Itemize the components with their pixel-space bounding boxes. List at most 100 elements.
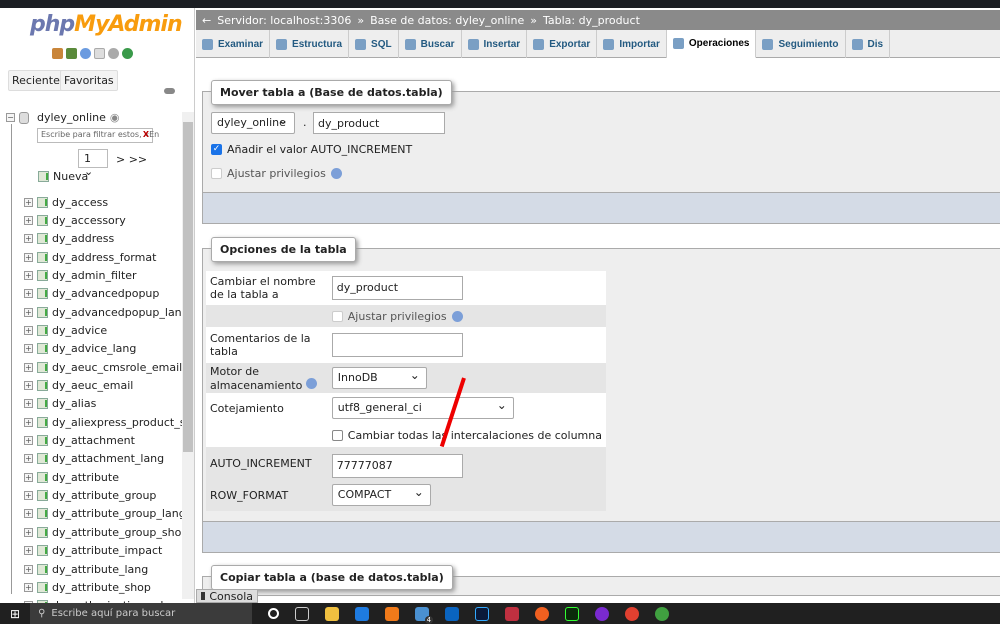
auto-increment-input[interactable]: 77777087: [331, 454, 463, 478]
tab-seguimiento[interactable]: Seguimiento: [756, 30, 846, 58]
tab-dis[interactable]: Dis: [846, 30, 891, 58]
settings-icon[interactable]: [108, 48, 119, 59]
rename-input[interactable]: dy_product: [331, 276, 463, 300]
sidebar-table-item[interactable]: + dy_attribute_impact: [24, 543, 162, 559]
table-name[interactable]: dy_aliexpress_product_sku: [52, 416, 194, 429]
back-arrow-icon[interactable]: ←: [202, 14, 211, 27]
sidebar-table-item[interactable]: + dy_attribute: [24, 469, 119, 485]
sidebar-table-item[interactable]: + dy_admin_filter: [24, 267, 137, 283]
table-name[interactable]: dy_alias: [52, 397, 96, 410]
table-name[interactable]: dy_advancedpopup: [52, 287, 159, 300]
eye-icon[interactable]: ◉: [110, 111, 120, 124]
sidebar-table-item[interactable]: + dy_attachment: [24, 433, 135, 449]
link-icon[interactable]: [164, 88, 175, 94]
expand-icon[interactable]: +: [24, 252, 33, 262]
file-explorer-icon[interactable]: [325, 606, 340, 621]
edge-icon[interactable]: [355, 606, 370, 621]
clear-filter-button[interactable]: X: [143, 130, 149, 139]
table-name[interactable]: dy_advice_lang: [52, 342, 136, 355]
page-select[interactable]: 1 ⌄: [78, 149, 108, 178]
docs-icon[interactable]: [94, 48, 105, 59]
sidebar-table-item[interactable]: + dy_attachment_lang: [24, 451, 164, 467]
expand-icon[interactable]: +: [24, 527, 33, 537]
help-icon[interactable]: [305, 377, 317, 389]
scrollbar-thumb[interactable]: [183, 122, 193, 452]
sidebar-table-item[interactable]: + dy_advancedpopup: [24, 286, 159, 302]
reload-icon[interactable]: [122, 48, 133, 59]
table-name[interactable]: dy_address: [52, 232, 114, 245]
firefox-icon[interactable]: [535, 606, 550, 621]
engine-select[interactable]: InnoDB: [331, 367, 427, 389]
task-view-icon[interactable]: [295, 606, 310, 621]
table-name[interactable]: dy_aeuc_email: [52, 379, 133, 392]
move-privileges-checkbox[interactable]: Ajustar privilegios: [211, 167, 342, 180]
cortana-icon[interactable]: [268, 608, 280, 619]
table-name[interactable]: dy_attribute_shop: [52, 581, 151, 594]
phpmyadmin-logo[interactable]: phpMyAdmin: [30, 12, 183, 37]
help-icon[interactable]: [80, 48, 91, 59]
sidebar-table-item[interactable]: + dy_attribute_group_lang: [24, 506, 186, 522]
sidebar-table-item[interactable]: + dy_access: [24, 194, 108, 210]
tab-estructura[interactable]: Estructura: [270, 30, 350, 58]
table-name[interactable]: dy_attribute_lang: [52, 563, 148, 576]
sidebar-table-item[interactable]: + dy_alias: [24, 396, 96, 412]
mail-icon[interactable]: 4: [415, 606, 434, 624]
breadcrumb-database[interactable]: Base de datos: dyley_online: [370, 14, 524, 27]
comments-input[interactable]: [331, 333, 463, 357]
expand-icon[interactable]: +: [24, 454, 33, 464]
expand-icon[interactable]: +: [24, 436, 33, 446]
tor-icon[interactable]: [595, 606, 610, 621]
page-next-buttons[interactable]: > >>: [116, 153, 147, 166]
expand-icon[interactable]: +: [24, 546, 33, 556]
sidebar-table-item[interactable]: + dy_advancedpopup_lang: [24, 304, 189, 320]
table-name[interactable]: dy_advancedpopup_lang: [52, 306, 189, 319]
collation-select[interactable]: utf8_general_ci: [331, 397, 514, 419]
expand-icon[interactable]: +: [24, 234, 33, 244]
help-icon[interactable]: [330, 168, 342, 179]
expand-icon[interactable]: +: [24, 472, 33, 482]
table-name[interactable]: dy_attribute_group: [52, 489, 156, 502]
expand-icon[interactable]: +: [24, 399, 33, 409]
sidebar-table-item[interactable]: + dy_accessory: [24, 212, 126, 228]
home-icon[interactable]: [52, 48, 63, 59]
expand-icon[interactable]: +: [24, 582, 33, 592]
table-name[interactable]: dy_aeuc_cmsrole_email: [52, 361, 182, 374]
expand-icon[interactable]: +: [24, 491, 33, 501]
sidebar-table-item[interactable]: + dy_attribute_group_shop: [24, 524, 188, 540]
xampp-icon[interactable]: [385, 606, 400, 621]
help-icon[interactable]: [451, 310, 463, 322]
sidebar-scrollbar[interactable]: [182, 112, 194, 599]
tab-importar[interactable]: Importar: [597, 30, 667, 58]
auto-increment-checkbox[interactable]: ✓ Añadir el valor AUTO_INCREMENT: [211, 143, 412, 156]
tab-buscar[interactable]: Buscar: [399, 30, 462, 58]
photoshop-icon[interactable]: [475, 606, 490, 621]
expand-icon[interactable]: +: [24, 362, 33, 372]
tab-sql[interactable]: SQL: [349, 30, 399, 58]
expand-icon[interactable]: +: [24, 307, 33, 317]
table-name[interactable]: dy_attribute_impact: [52, 544, 162, 557]
tab-insertar[interactable]: Insertar: [462, 30, 528, 58]
expand-icon[interactable]: +: [24, 197, 33, 207]
table-name[interactable]: dy_attribute_group_lang: [52, 507, 186, 520]
table-name[interactable]: dy_accessory: [52, 214, 126, 227]
table-name[interactable]: dy_attachment: [52, 434, 135, 447]
sidebar-table-item[interactable]: + dy_attribute_shop: [24, 579, 151, 595]
tab-operaciones[interactable]: Operaciones: [666, 30, 757, 58]
database-name[interactable]: dyley_online: [37, 111, 106, 124]
new-table-item[interactable]: Nueva: [38, 168, 88, 184]
table-filter-input[interactable]: Escribe para filtrar estos, «En X: [37, 128, 159, 143]
expand-icon[interactable]: +: [24, 344, 33, 354]
database-node[interactable]: − dyley_online ◉: [6, 111, 120, 124]
expand-icon[interactable]: +: [24, 564, 33, 574]
collapse-icon[interactable]: −: [6, 113, 15, 122]
sidebar-table-item[interactable]: + dy_aliexpress_product_sku: [24, 414, 194, 430]
dreamweaver-icon[interactable]: [565, 606, 580, 621]
logout-icon[interactable]: [66, 48, 77, 59]
rename-privileges-checkbox[interactable]: Ajustar privilegios: [331, 310, 602, 323]
sidebar-table-item[interactable]: + dy_aeuc_cmsrole_email: [24, 359, 182, 375]
table-name[interactable]: dy_attribute: [52, 471, 119, 484]
expand-icon[interactable]: +: [24, 509, 33, 519]
app-icon[interactable]: [505, 606, 520, 621]
windows-start-icon[interactable]: ⊞: [10, 607, 20, 621]
expand-icon[interactable]: +: [24, 215, 33, 225]
